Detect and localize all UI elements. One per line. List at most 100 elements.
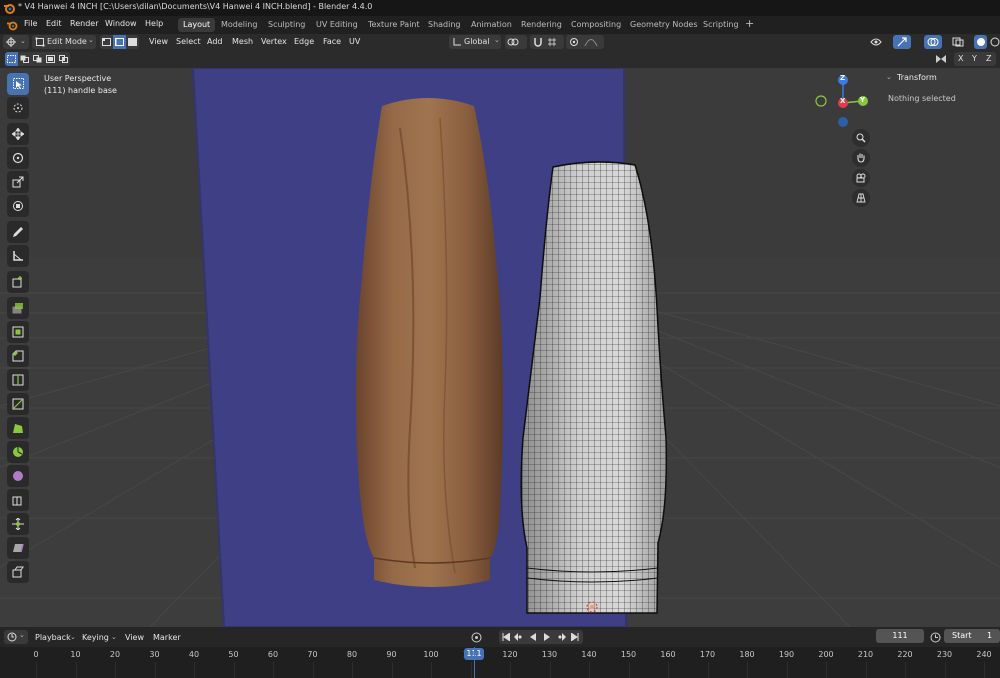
face-select-button[interactable] (126, 35, 139, 49)
preview-range-clock-icon[interactable] (930, 632, 941, 643)
header-menu-face[interactable]: Face (323, 37, 341, 46)
add-workspace-button[interactable]: + (745, 17, 754, 30)
vertex-select-button[interactable] (100, 35, 113, 49)
mirror-z-toggle[interactable]: Z (986, 54, 991, 63)
record-button-icon[interactable] (471, 632, 482, 643)
loop-cut-tool[interactable] (7, 369, 29, 391)
spin-tool[interactable] (7, 441, 29, 463)
overlays-toggle[interactable] (924, 35, 942, 49)
edge-select-button[interactable] (113, 35, 126, 49)
tab-scripting[interactable]: Scripting (698, 18, 744, 32)
rip-region-tool[interactable] (7, 561, 29, 583)
scale-tool[interactable] (7, 171, 29, 193)
knife-tool[interactable] (7, 393, 29, 415)
shear-tool[interactable] (7, 537, 29, 559)
poly-build-tool[interactable] (7, 417, 29, 439)
menu-window[interactable]: Window (105, 19, 137, 28)
menu-render[interactable]: Render (70, 19, 98, 28)
tab-sculpting[interactable]: Sculpting (263, 18, 310, 32)
panel-title[interactable]: Transform (897, 73, 937, 82)
chevron-down-icon[interactable]: ⌄ (886, 73, 892, 81)
header-menu-vertex[interactable]: Vertex (261, 37, 287, 46)
header-menu-edge[interactable]: Edge (294, 37, 314, 46)
tab-modeling[interactable]: Modeling (216, 18, 262, 32)
start-frame-field[interactable]: Start 1 (944, 629, 1000, 643)
mode-dropdown[interactable]: Edit Mode ⌄ (32, 35, 96, 49)
editor-type-selector[interactable]: ⌄ (3, 35, 29, 49)
solid-shading-button[interactable] (974, 35, 987, 49)
move-tool[interactable] (7, 123, 29, 145)
select-box-tool[interactable] (7, 73, 29, 95)
transform-tool[interactable] (7, 195, 29, 217)
select-extend-button[interactable] (18, 52, 31, 66)
tab-uv-editing[interactable]: UV Editing (311, 18, 363, 32)
view-name-label: User Perspective (44, 74, 112, 83)
select-new-button[interactable] (5, 52, 18, 66)
select-subtract-button[interactable] (31, 52, 44, 66)
perspective-toggle-button[interactable] (852, 189, 870, 207)
add-cube-tool[interactable] (7, 271, 29, 293)
prev-keyframe-icon[interactable] (514, 633, 524, 641)
snapping-toggle[interactable] (530, 35, 564, 49)
shrink-fatten-tool[interactable] (7, 513, 29, 535)
tab-geometry-nodes[interactable]: Geometry Nodes (625, 18, 702, 32)
header-menu-select[interactable]: Select (176, 37, 201, 46)
navigation-gizmo[interactable]: Z X Y (812, 72, 872, 132)
proportional-editing-toggle[interactable] (566, 35, 604, 49)
tab-texture-paint[interactable]: Texture Paint (363, 18, 425, 32)
play-icon[interactable] (543, 633, 551, 641)
bevel-tool[interactable] (7, 345, 29, 367)
start-label: Start (952, 631, 972, 640)
select-intersect-button[interactable] (57, 52, 70, 66)
header-menu-mesh[interactable]: Mesh (232, 37, 253, 46)
menu-file[interactable]: File (24, 19, 37, 28)
tab-compositing[interactable]: Compositing (566, 18, 626, 32)
timeline-tick-line (75, 662, 77, 678)
tab-animation[interactable]: Animation (466, 18, 517, 32)
timeline-menu-keying[interactable]: Keying (82, 633, 109, 642)
play-reverse-icon[interactable] (529, 633, 537, 641)
material-shading-icon[interactable] (990, 37, 1000, 47)
extrude-tool[interactable] (7, 297, 29, 319)
timeline-menu-view[interactable]: View (125, 633, 144, 642)
gizmo-toggle[interactable] (893, 35, 911, 49)
blender-menu-icon[interactable] (6, 19, 18, 31)
measure-tool[interactable] (7, 245, 29, 267)
3d-viewport[interactable]: User Perspective (111) handle base Z X Y… (0, 68, 1000, 627)
camera-view-button[interactable] (852, 169, 870, 187)
transform-orientation-dropdown[interactable]: Global ⌄ (449, 35, 501, 49)
select-invert-button[interactable] (44, 52, 57, 66)
jump-end-icon[interactable] (571, 633, 579, 641)
zoom-button[interactable] (852, 129, 870, 147)
smooth-tool[interactable] (7, 465, 29, 487)
timeline-menu-marker[interactable]: Marker (153, 633, 181, 642)
mirror-y-toggle[interactable]: Y (972, 54, 977, 63)
rotate-tool[interactable] (7, 147, 29, 169)
xray-toggle-icon[interactable] (952, 37, 964, 47)
annotate-tool[interactable] (7, 221, 29, 243)
next-keyframe-icon[interactable] (556, 633, 566, 641)
timeline-tick-label: 90 (386, 650, 397, 659)
header-menu-view[interactable]: View (149, 37, 168, 46)
mirror-x-toggle[interactable]: X (958, 54, 963, 63)
tab-shading[interactable]: Shading (423, 18, 466, 32)
header-menu-uv[interactable]: UV (349, 37, 360, 46)
inset-tool[interactable] (7, 321, 29, 343)
visibility-eye-icon[interactable] (870, 37, 882, 47)
jump-start-icon[interactable] (502, 633, 510, 641)
edge-slide-tool[interactable] (7, 489, 29, 511)
menu-edit[interactable]: Edit (46, 19, 62, 28)
pivot-point-dropdown[interactable] (505, 35, 527, 49)
header-menu-add[interactable]: Add (207, 37, 223, 46)
tab-layout[interactable]: Layout (178, 18, 216, 32)
timeline-ruler[interactable]: 0102030405060708090100110120130140150160… (0, 647, 1000, 678)
pan-button[interactable] (852, 149, 870, 167)
timeline-editor-type[interactable]: ⌄ (4, 630, 28, 644)
current-frame-field[interactable]: 111 (876, 629, 924, 643)
timeline-menu-playback[interactable]: Playback (35, 633, 71, 642)
menu-help[interactable]: Help (145, 19, 163, 28)
playhead-line[interactable] (474, 647, 475, 678)
tab-rendering[interactable]: Rendering (516, 18, 567, 32)
chevron-down-icon: ⌄ (19, 631, 25, 639)
cursor-tool[interactable] (7, 97, 29, 119)
